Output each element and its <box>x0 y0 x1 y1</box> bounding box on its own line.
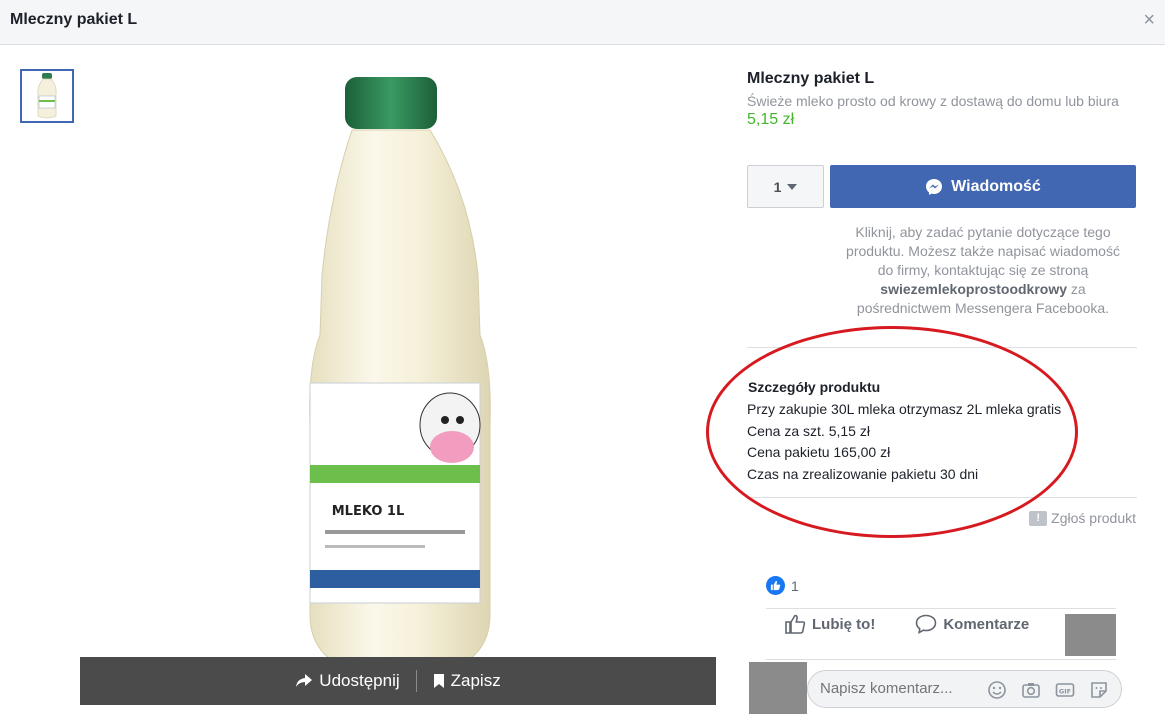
like-badge-icon <box>766 576 785 595</box>
camera-icon[interactable] <box>1021 680 1041 700</box>
details-line: Cena pakietu 165,00 zł <box>747 444 891 460</box>
comment-tools: GIF <box>987 680 1109 700</box>
product-image-area: MLEKO 1L <box>80 45 716 680</box>
gif-icon[interactable]: GIF <box>1055 680 1075 700</box>
divider <box>747 497 1137 498</box>
svg-text:GIF: GIF <box>1059 687 1071 695</box>
like-button[interactable]: Lubię to! <box>784 614 875 634</box>
milk-bottle-image: MLEKO 1L <box>309 77 491 680</box>
divider <box>747 347 1137 348</box>
details-line: Czas na zrealizowanie pakietu 30 dni <box>747 466 979 482</box>
details-line: Cena za szt. 5,15 zł <box>747 423 870 439</box>
like-label: Lubię to! <box>812 615 876 633</box>
message-button-label: Wiadomość <box>951 177 1041 195</box>
bottle-thumbnail-image <box>37 73 57 119</box>
caret-down-icon <box>787 183 798 190</box>
like-count: 1 <box>791 577 799 594</box>
like-icon <box>785 614 806 634</box>
product-description: Świeże mleko prosto od krowy z dostawą d… <box>747 93 1119 109</box>
report-product-link[interactable]: ! Zgłoś produkt <box>1029 510 1136 526</box>
image-thumbnail[interactable] <box>20 69 74 123</box>
close-icon[interactable]: × <box>1143 10 1155 30</box>
divider <box>766 608 1116 609</box>
save-button[interactable]: Zapisz <box>417 671 517 691</box>
avatar <box>749 662 807 714</box>
svg-text:MLEKO 1L: MLEKO 1L <box>332 504 405 519</box>
comment-input[interactable] <box>820 680 980 697</box>
divider <box>766 659 1116 660</box>
messenger-icon <box>926 178 943 195</box>
product-title: Mleczny pakiet L <box>747 70 875 87</box>
sticker-icon[interactable] <box>1089 680 1109 700</box>
comment-box[interactable]: GIF <box>807 670 1122 708</box>
message-button[interactable]: Wiadomość <box>830 165 1136 208</box>
share-label: Udostępnij <box>319 671 400 690</box>
details-line: Przy zakupie 30L mleka otrzymasz 2L mlek… <box>747 401 1062 417</box>
save-label: Zapisz <box>450 671 501 690</box>
help-text-part1: Kliknij, aby zadać pytanie dotyczące teg… <box>846 224 1120 278</box>
comment-button[interactable]: Komentarze <box>915 614 1029 634</box>
modal-title: Mleczny pakiet L <box>10 11 138 28</box>
comment-icon <box>916 614 937 634</box>
reaction-row: Lubię to! Komentarze <box>784 614 1029 634</box>
comment-label: Komentarze <box>943 615 1030 633</box>
quantity-value: 1 <box>773 178 782 195</box>
page-name-link[interactable]: swiezemlekoprostoodkrowy <box>880 281 1067 297</box>
share-icon <box>296 674 313 687</box>
modal-header: Mleczny pakiet L × <box>0 0 1165 45</box>
report-label: Zgłoś produkt <box>1051 510 1136 526</box>
redacted-block <box>1065 614 1116 656</box>
details-title: Szczegóły produktu <box>748 379 881 395</box>
share-button[interactable]: Udostępnij <box>279 671 415 691</box>
product-price: 5,15 zł <box>747 111 795 128</box>
quantity-select[interactable]: 1 <box>747 165 824 208</box>
message-help-text: Kliknij, aby zadać pytanie dotyczące teg… <box>837 223 1129 318</box>
image-action-bar: Udostępnij Zapisz <box>80 657 716 705</box>
like-count-row[interactable]: 1 <box>766 576 799 595</box>
bookmark-icon <box>433 674 444 688</box>
emoji-icon[interactable] <box>987 680 1007 700</box>
report-icon: ! <box>1029 510 1048 526</box>
